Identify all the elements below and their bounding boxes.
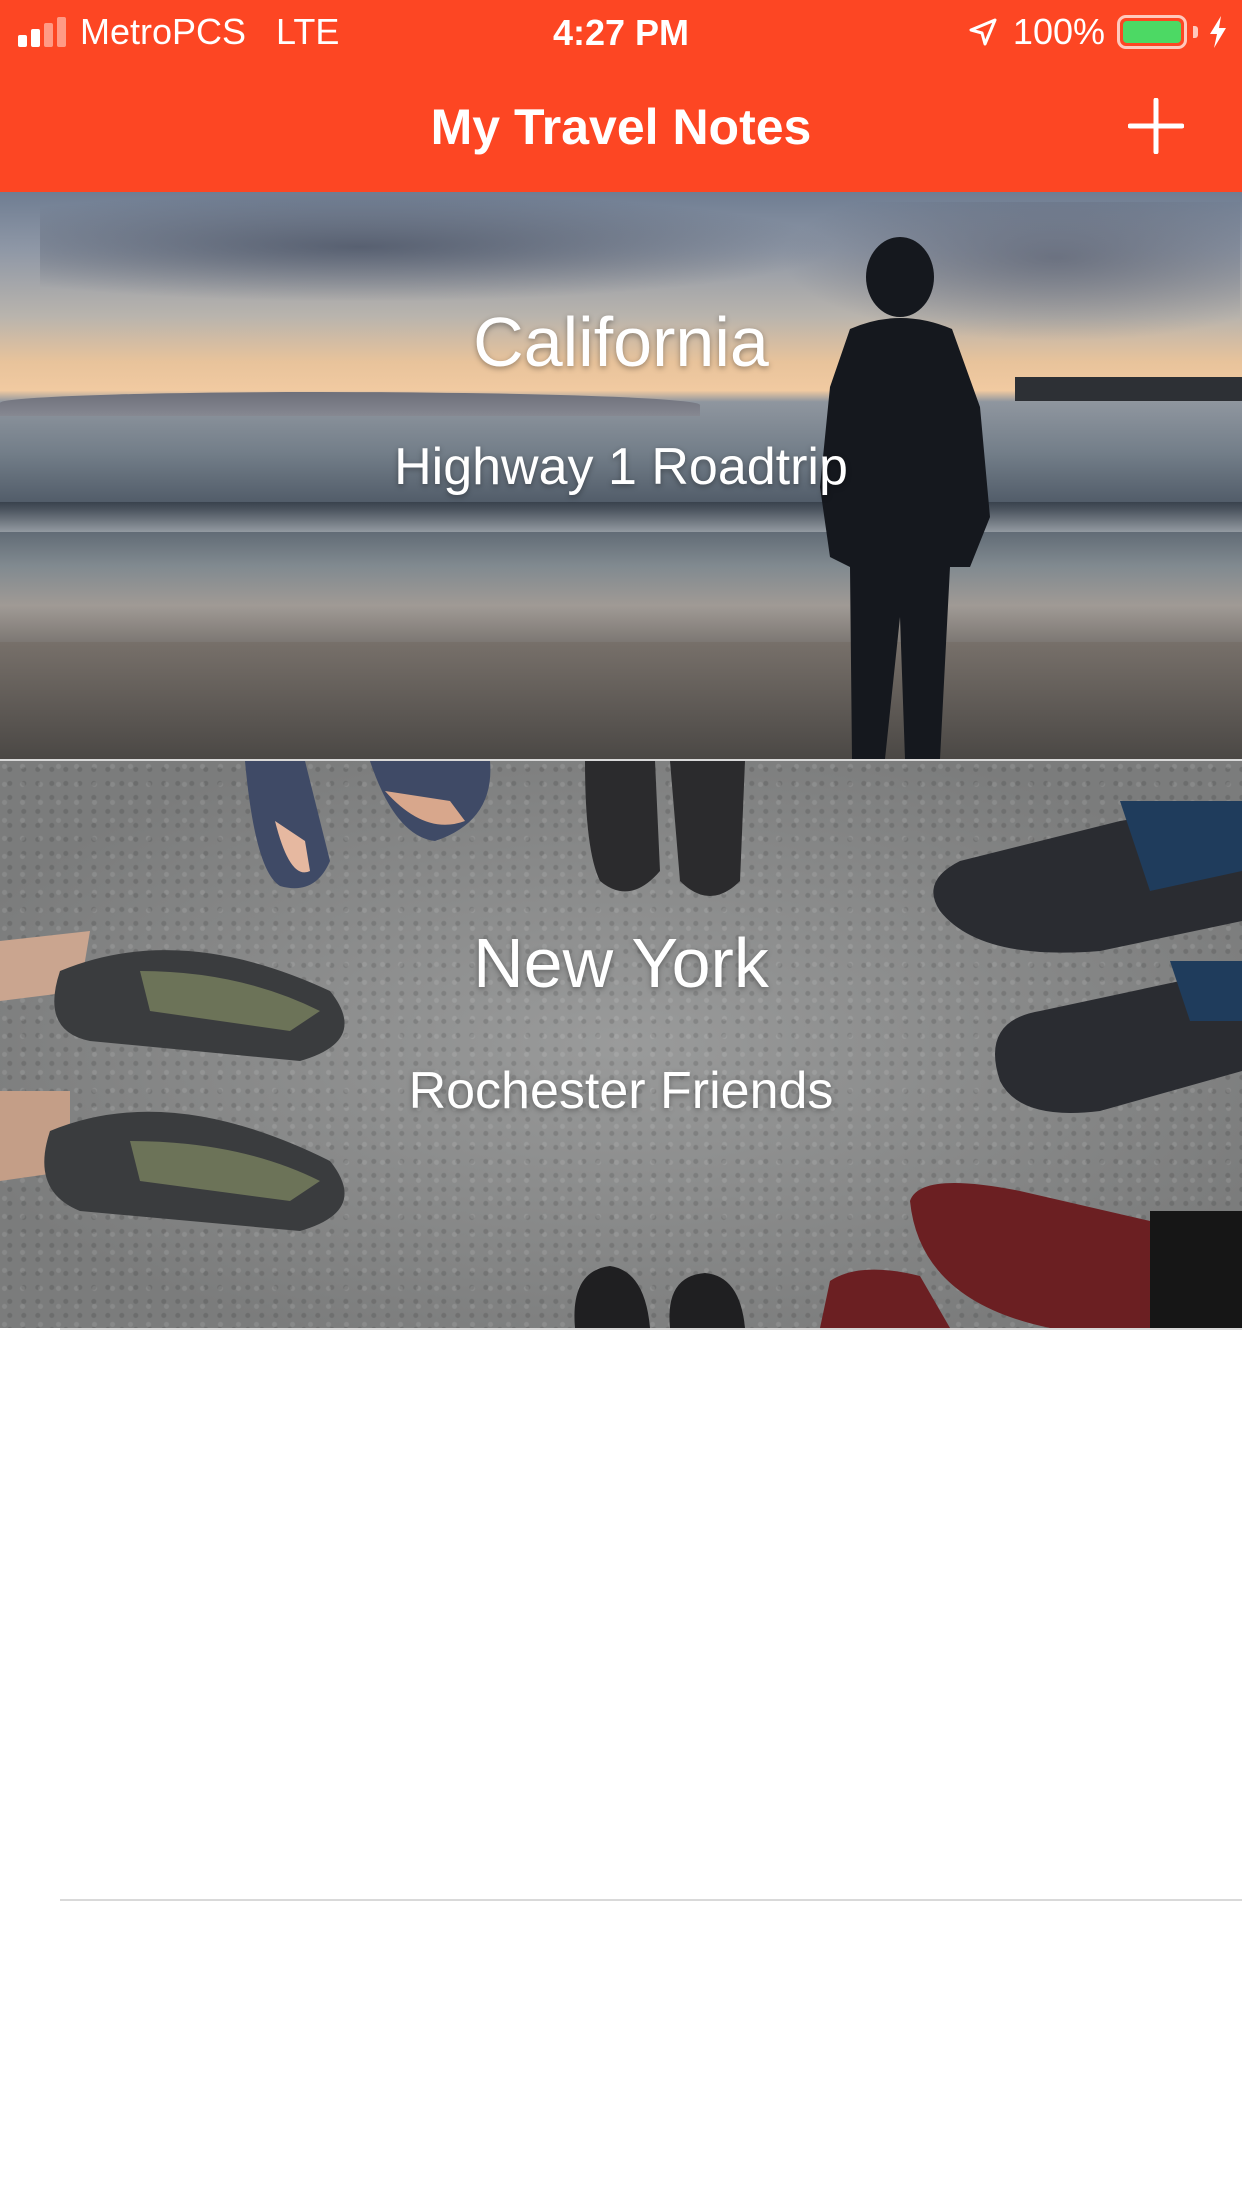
trip-background-image [0,761,1242,1328]
boots-shape [585,761,745,896]
navigation-bar: My Travel Notes [0,62,1242,192]
sandals-shape [245,761,491,889]
battery-level-fill [1123,21,1181,43]
trip-cell-new-york[interactable]: New York Rochester Friends [0,761,1242,1328]
cell-separator [60,1899,1242,1901]
cell-separator [60,1328,1242,1330]
red-boot-shape [820,1269,950,1328]
trip-cell-california[interactable]: California Highway 1 Roadtrip [0,192,1242,759]
trip-title: California [473,303,769,381]
red-boot-shape [910,1183,1242,1328]
charging-bolt-icon [1210,16,1226,48]
page-title: My Travel Notes [430,99,812,155]
trip-subtitle: Highway 1 Roadtrip [394,438,848,496]
trip-title: New York [473,924,769,1002]
trip-list: California Highway 1 Roadtrip New York R… [0,192,1242,1330]
status-right: 100% [967,10,1228,54]
shoes-shape [574,1266,745,1328]
battery-cap [1193,26,1198,38]
battery-percent: 100% [1012,11,1105,52]
location-arrow-icon [969,18,997,46]
app-header: MetroPCS LTE 4:27 PM 100% My Travel Note… [0,0,1242,192]
battery-icon [1117,15,1187,49]
status-bar: MetroPCS LTE 4:27 PM 100% [0,0,1242,62]
add-trip-button[interactable] [1118,92,1194,160]
plus-icon [1128,98,1184,154]
trip-subtitle: Rochester Friends [408,1062,834,1120]
sneaker-shape [0,1091,345,1231]
